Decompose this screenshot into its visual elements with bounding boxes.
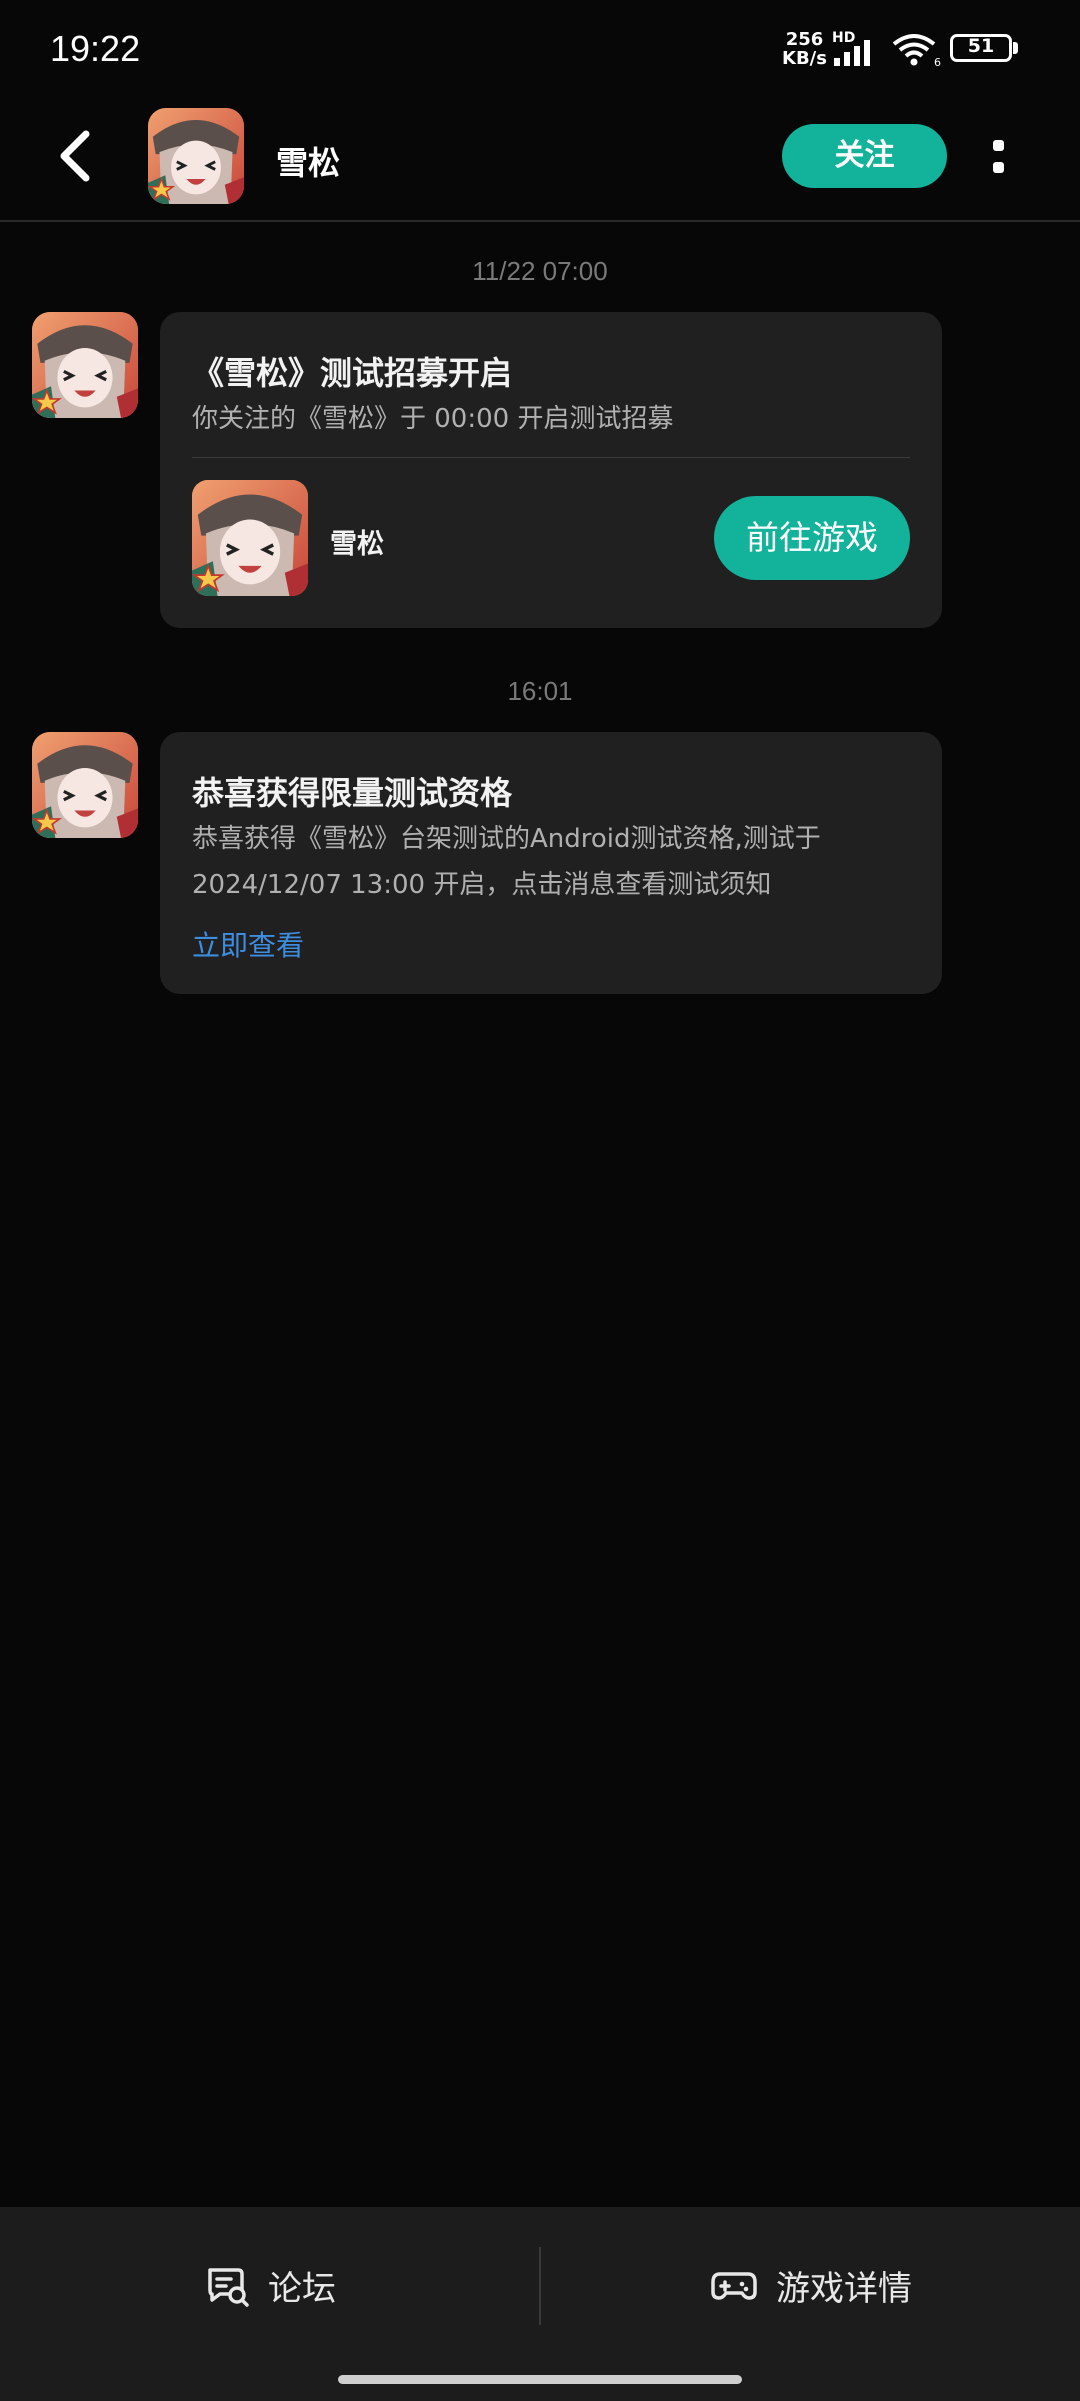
battery-cap [1013, 42, 1018, 54]
message-title: 《雪松》测试招募开启 [192, 354, 513, 392]
message-card[interactable]: 《雪松》测试招募开启 你关注的《雪松》于 00:00 开启测试招募 雪松 前往游… [160, 312, 942, 628]
game-avatar[interactable] [148, 108, 244, 204]
chat-header: 雪松 关注 [0, 100, 1080, 222]
back-arrow-icon[interactable] [50, 126, 110, 186]
battery-icon: 51 [950, 34, 1012, 62]
bottom-bar-divider [539, 2247, 541, 2325]
network-speed: 256 KB/s [782, 30, 827, 68]
follow-button[interactable]: 关注 [782, 124, 947, 188]
signal-icon [834, 40, 870, 66]
view-now-link[interactable]: 立即查看 [192, 924, 304, 964]
network-speed-unit: KB/s [782, 48, 827, 69]
game-details-button[interactable]: 游戏详情 [710, 2245, 912, 2325]
wifi-icon: 6 [892, 34, 941, 68]
card-divider [192, 457, 910, 458]
message-timestamp: 11/22 07:00 [472, 256, 608, 286]
go-to-game-button[interactable]: 前往游戏 [714, 496, 910, 580]
message-title: 恭喜获得限量测试资格 [192, 774, 513, 812]
game-details-label: 游戏详情 [776, 2268, 912, 2309]
message-card[interactable]: 恭喜获得限量测试资格 恭喜获得《雪松》台架测试的Android测试资格,测试于 … [160, 732, 942, 994]
message-body-line: 恭喜获得《雪松》台架测试的Android测试资格,测试于 [192, 824, 821, 854]
message-subtitle: 你关注的《雪松》于 00:00 开启测试招募 [192, 404, 674, 434]
message-body-line: 2024/12/07 13:00 开启，点击消息查看测试须知 [192, 870, 772, 900]
sender-avatar[interactable] [32, 312, 138, 418]
bottom-action-bar: 论坛 游戏详情 [0, 2207, 1080, 2401]
status-bar: 19:22 256 KB/s HD 6 51 [0, 0, 1080, 100]
svg-text:6: 6 [934, 56, 941, 68]
message-timestamp: 16:01 [507, 676, 573, 706]
forum-icon [208, 2268, 249, 2307]
forum-label: 论坛 [268, 2268, 336, 2309]
sender-avatar[interactable] [32, 732, 138, 838]
battery-level: 51 [967, 35, 995, 57]
gamepad-icon [711, 2272, 757, 2300]
page-title: 雪松 [276, 144, 341, 182]
game-icon[interactable] [192, 480, 308, 596]
network-speed-value: 256 [785, 29, 824, 50]
more-options-icon[interactable] [985, 136, 1015, 180]
game-name: 雪松 [330, 529, 384, 560]
status-time: 19:22 [50, 28, 141, 69]
forum-button[interactable]: 论坛 [204, 2245, 336, 2325]
home-indicator[interactable] [338, 2375, 742, 2384]
